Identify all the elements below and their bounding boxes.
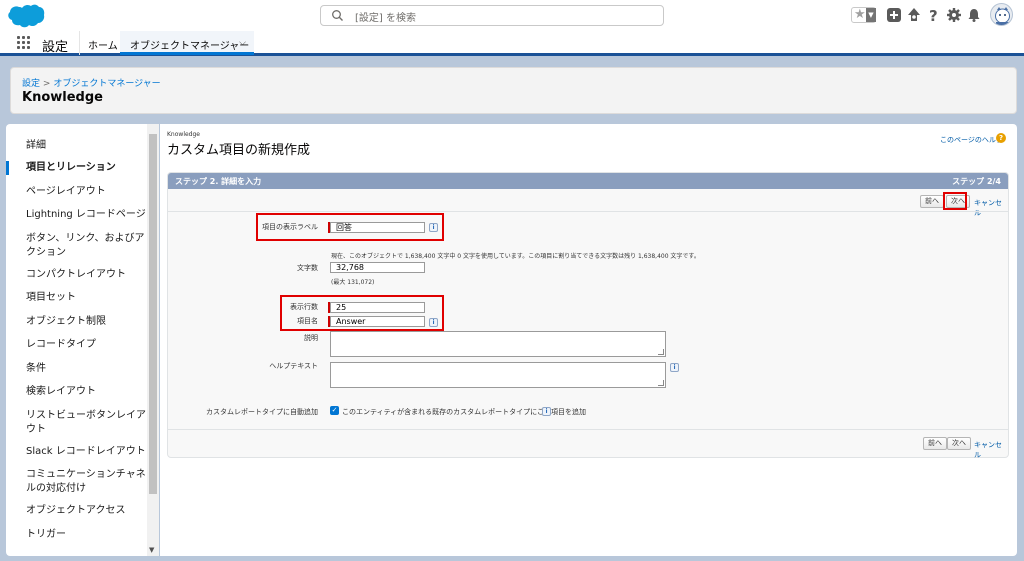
nav-tab-label: オブジェクトマネージャー	[130, 41, 250, 52]
sidebar-item-search-layouts[interactable]: 検索レイアウト	[6, 385, 147, 399]
add-to-report-checkbox[interactable]: ✓	[330, 406, 339, 415]
panel-divider	[168, 211, 1008, 212]
char-count-max-note: (最大 131,072)	[331, 279, 375, 286]
sidebar-item-field-sets[interactable]: 項目セット	[6, 291, 147, 305]
breadcrumb: 設定 > オブジェクトマネージャー	[22, 76, 161, 89]
field-name-label: 項目名	[297, 317, 318, 325]
global-actions-plus-icon[interactable]	[886, 7, 902, 23]
search-icon	[332, 10, 343, 21]
step-panel: ステップ 2. 詳細を入力 ステップ 2/4 前へ 次へ キャンセル 項目の表示…	[167, 172, 1009, 460]
global-header: [設定] を検索 ★ ▼ ?	[0, 0, 1024, 31]
sidebar-item-object-limits[interactable]: オブジェクト制限	[6, 315, 147, 329]
breadcrumb-object-manager-link[interactable]: オブジェクトマネージャー	[53, 79, 160, 89]
resize-grip-icon[interactable]	[658, 380, 664, 386]
help-text-label: ヘルプテキスト	[269, 362, 318, 370]
add-to-report-label: カスタムレポートタイプに自動追加	[206, 408, 318, 416]
sidebar-item-conditions[interactable]: 条件	[6, 362, 147, 376]
info-icon[interactable]: i	[542, 407, 551, 416]
char-count-input[interactable]: 32,768	[330, 262, 425, 273]
prev-button-top[interactable]: 前へ	[920, 195, 944, 208]
notifications-bell-icon[interactable]	[966, 7, 982, 23]
astro-avatar-icon	[995, 7, 1010, 25]
search-placeholder: [設定] を検索	[355, 13, 416, 24]
description-textarea[interactable]	[330, 331, 666, 357]
cancel-link-bottom[interactable]: キャンセル	[974, 440, 1008, 460]
step-title: ステップ 2. 詳細を入力	[175, 177, 262, 186]
favorites-star-icon: ★	[854, 7, 866, 22]
visible-lines-input[interactable]: 25	[330, 302, 425, 313]
breadcrumb-separator: >	[42, 79, 51, 89]
sidebar-item-lightning-record-pages[interactable]: Lightning レコードページ	[6, 208, 147, 222]
info-icon[interactable]: i	[670, 363, 679, 372]
main-content: Knowledge カスタム項目の新規作成 このページのヘルプ ? ステップ 2…	[160, 124, 1017, 556]
sidebar-item-communication-channel-mapping[interactable]: コミュニケーションチャネルの対応付け	[6, 468, 147, 496]
sidebar-item-details[interactable]: 詳細	[6, 139, 147, 153]
page-header: 設定 > オブジェクトマネージャー Knowledge	[10, 67, 1017, 114]
setup-gear-icon[interactable]	[946, 7, 962, 23]
sidebar-item-fields-relationships[interactable]: 項目とリレーション	[6, 161, 147, 175]
description-label: 説明	[304, 334, 318, 342]
page-heading: カスタム項目の新規作成	[167, 143, 311, 158]
user-avatar[interactable]	[990, 3, 1013, 26]
object-detail-sidebar: 詳細 項目とリレーション ページレイアウト Lightning レコードページ …	[6, 124, 159, 556]
nav-tab-home[interactable]: ホーム	[79, 31, 126, 55]
sidebar-item-slack-record-layout[interactable]: Slack レコードレイアウト	[6, 445, 147, 459]
next-button-bottom[interactable]: 次へ	[947, 437, 971, 450]
app-navigation-bar: 設定 ホーム オブジェクトマネージャー ⌵	[0, 31, 1024, 56]
app-launcher-icon[interactable]	[17, 36, 31, 50]
field-name-input[interactable]: Answer	[330, 316, 425, 327]
scroll-down-arrow-icon[interactable]: ▼	[149, 546, 154, 554]
sidebar-item-buttons-links-actions[interactable]: ボタン、リンク、およびアクション	[6, 232, 147, 260]
favorites-dropdown-icon[interactable]: ▼	[866, 8, 876, 22]
highlight-next-button	[943, 192, 967, 210]
cancel-link-top[interactable]: キャンセル	[974, 198, 1008, 218]
help-text-textarea[interactable]	[330, 362, 666, 388]
sidebar-item-triggers[interactable]: トリガー	[6, 528, 147, 542]
help-icon[interactable]: ?	[926, 7, 942, 23]
trailhead-icon[interactable]	[906, 7, 922, 23]
visible-lines-label: 表示行数	[290, 303, 318, 311]
salesforce-logo[interactable]	[7, 3, 45, 29]
panel-divider	[168, 429, 1008, 430]
sidebar-item-list-view-button-layout[interactable]: リストビューボタンレイアウト	[6, 409, 147, 437]
page-title: Knowledge	[22, 90, 103, 105]
scrollbar-thumb[interactable]	[149, 134, 157, 494]
object-label: Knowledge	[167, 131, 200, 138]
global-search-input[interactable]: [設定] を検索	[320, 5, 664, 26]
step-header: ステップ 2. 詳細を入力 ステップ 2/4	[168, 173, 1008, 189]
info-icon[interactable]: i	[429, 223, 438, 232]
info-icon[interactable]: i	[429, 318, 438, 327]
breadcrumb-setup-link[interactable]: 設定	[22, 79, 40, 89]
chevron-down-icon[interactable]: ⌵	[239, 38, 246, 48]
resize-grip-icon[interactable]	[658, 349, 664, 355]
prev-button-bottom[interactable]: 前へ	[923, 437, 947, 450]
char-count-label: 文字数	[297, 264, 318, 272]
sidebar-item-page-layouts[interactable]: ページレイアウト	[6, 185, 147, 199]
help-for-this-page-link[interactable]: このページのヘルプ	[940, 135, 1003, 145]
nav-tab-object-manager[interactable]: オブジェクトマネージャー ⌵	[120, 31, 254, 55]
sidebar-item-object-access[interactable]: オブジェクトアクセス	[6, 504, 147, 518]
svg-text:?: ?	[929, 7, 938, 23]
length-usage-note: 現在、このオブジェクトで 1,638,400 文字中 0 文字を使用しています。…	[331, 253, 700, 260]
sidebar-scrollbar[interactable]: ▼	[147, 124, 159, 556]
favorites-button[interactable]: ★ ▼	[851, 7, 876, 23]
sidebar-item-compact-layouts[interactable]: コンパクトレイアウト	[6, 268, 147, 282]
app-name: 設定	[42, 40, 69, 55]
display-label-label: 項目の表示ラベル	[262, 223, 318, 231]
display-label-input[interactable]: 回答	[330, 222, 425, 233]
help-question-icon[interactable]: ?	[996, 133, 1006, 143]
sidebar-item-record-types[interactable]: レコードタイプ	[6, 338, 147, 352]
step-count: ステップ 2/4	[952, 177, 1001, 186]
